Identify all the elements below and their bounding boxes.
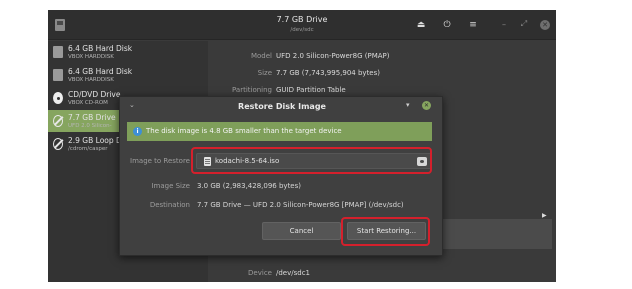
partitioning-value: GUID Partition Table <box>276 86 346 94</box>
model-label: Model <box>250 52 272 60</box>
image-file-highlight <box>191 147 432 174</box>
sidebar-item-sublabel: UFD 2.0 Silicon- <box>68 123 112 129</box>
info-icon: i <box>133 127 142 136</box>
start-button-highlight <box>341 217 430 246</box>
image-size-label: Image Size <box>151 182 190 190</box>
size-label: Size <box>257 69 272 77</box>
optical-disc-icon <box>53 92 63 104</box>
device-label: Device <box>248 269 272 277</box>
destination-row: Destination 7.7 GB Drive — UFD 2.0 Silic… <box>120 201 444 215</box>
size-row: Size 7.7 GB (7,743,995,904 bytes) <box>208 69 556 81</box>
sidebar-item-label: 2.9 GB Loop D <box>68 136 122 145</box>
minimize-icon[interactable]: – <box>498 18 510 30</box>
device-value: /dev/sdc1 <box>276 269 311 277</box>
volume-scroll-arrow-icon[interactable]: ▶ <box>542 212 547 219</box>
dialog-close-icon[interactable]: ✕ <box>422 101 431 110</box>
hard-disk-icon <box>53 69 63 81</box>
maximize-icon[interactable]: ⤢ <box>518 18 530 30</box>
menu-icon[interactable]: ≡ <box>466 18 480 32</box>
usb-drive-icon <box>53 115 63 127</box>
header-bar: 7.7 GB Drive /dev/sdc ⏏ ⏻ ≡ – ⤢ ✕ <box>48 10 556 40</box>
close-icon[interactable]: ✕ <box>540 20 550 30</box>
sidebar-item-sublabel: VBOX CD-ROM <box>68 100 108 106</box>
info-bar: i The disk image is 4.8 GB smaller than … <box>127 122 432 141</box>
sidebar-item-sublabel: /cdrom/casper <box>68 146 108 152</box>
model-row: Model UFD 2.0 Silicon-Power8G (PMAP) <box>208 52 556 64</box>
sidebar-item-label: CD/DVD Drive <box>68 90 121 99</box>
image-size-row: Image Size 3.0 GB (2,983,428,096 bytes) <box>120 182 444 196</box>
sidebar-item-hard-disk-2[interactable]: 6.4 GB Hard Disk VBOX HARDDISK <box>48 64 208 86</box>
destination-value: 7.7 GB Drive — UFD 2.0 Silicon-Power8G [… <box>197 201 404 209</box>
power-icon[interactable]: ⏻ <box>440 18 454 32</box>
pin-icon[interactable]: ▾ <box>406 101 410 109</box>
sidebar-item-label: 6.4 GB Hard Disk <box>68 44 133 53</box>
loop-device-icon <box>53 138 63 150</box>
sidebar-item-label: 7.7 GB Drive <box>68 113 116 122</box>
cancel-button[interactable]: Cancel <box>262 222 341 240</box>
sidebar-item-sublabel: VBOX HARDDISK <box>68 77 114 83</box>
partitioning-label: Partitioning <box>232 86 272 94</box>
sidebar-item-sublabel: VBOX HARDDISK <box>68 54 114 60</box>
destination-label: Destination <box>149 201 190 209</box>
eject-icon[interactable]: ⏏ <box>414 18 428 32</box>
sidebar-item-hard-disk-1[interactable]: 6.4 GB Hard Disk VBOX HARDDISK <box>48 41 208 63</box>
hard-disk-icon <box>53 46 63 58</box>
dialog-title: Restore Disk Image <box>238 102 326 111</box>
model-value: UFD 2.0 Silicon-Power8G (PMAP) <box>276 52 390 60</box>
image-size-value: 3.0 GB (2,983,428,096 bytes) <box>197 182 301 190</box>
device-row: Device /dev/sdc1 <box>208 269 556 281</box>
image-to-restore-label: Image to Restore <box>130 157 190 165</box>
sidebar-item-label: 6.4 GB Hard Disk <box>68 67 133 76</box>
size-value: 7.7 GB (7,743,995,904 bytes) <box>276 69 380 77</box>
info-message: The disk image is 4.8 GB smaller than th… <box>146 127 342 135</box>
